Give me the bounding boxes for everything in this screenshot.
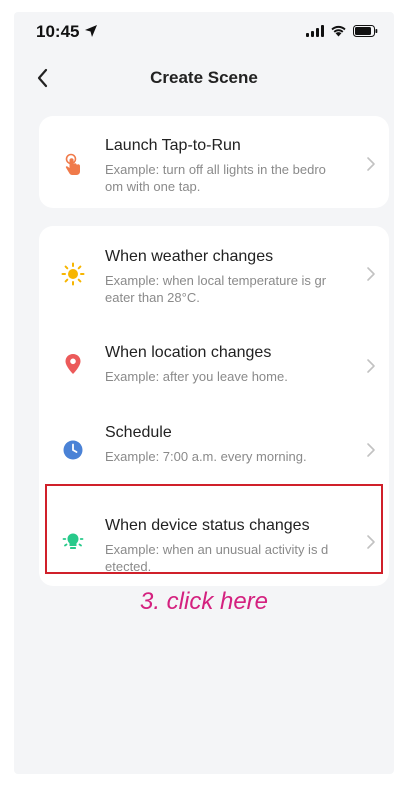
- chevron-right-icon: [367, 535, 375, 549]
- when-location-changes-item[interactable]: When location changes Example: after you…: [39, 320, 389, 408]
- annotation-text: 3. click here: [139, 588, 269, 615]
- device-status-desc: Example: when an unusual activity is d e…: [105, 542, 329, 574]
- tap-to-run-desc: Example: turn off all lights in the bedr…: [105, 162, 326, 194]
- location-arrow-icon: [85, 25, 97, 37]
- clock-icon: [63, 440, 83, 460]
- conditions-card: When weather changes Example: when local…: [39, 226, 389, 586]
- status-bar: 10:45: [14, 12, 394, 52]
- chevron-right-icon: [367, 443, 375, 457]
- tap-to-run-title: Launch Tap-to-Run: [105, 137, 241, 154]
- tap-to-run-card: Launch Tap-to-Run Example: turn off all …: [39, 116, 389, 208]
- schedule-item[interactable]: Schedule Example: 7:00 a.m. every mornin…: [39, 408, 389, 488]
- battery-icon: [353, 24, 378, 37]
- sun-icon: [61, 262, 85, 286]
- when-weather-changes-item[interactable]: When weather changes Example: when local…: [39, 226, 389, 320]
- wifi-icon: [331, 25, 346, 37]
- location-desc: Example: after you leave home.: [105, 369, 288, 384]
- when-device-status-changes-item[interactable]: When device status changes Example: when…: [39, 488, 389, 586]
- chevron-right-icon: [367, 267, 375, 281]
- phone-screen: 10:45 Create Scene Launch Tap-to-Run Exa…: [14, 12, 394, 774]
- device-bulb-icon: [62, 533, 84, 549]
- weather-title: When weather changes: [105, 248, 274, 265]
- status-time: 10:45: [36, 22, 80, 41]
- location-pin-icon: [65, 354, 81, 374]
- launch-tap-to-run-item[interactable]: Launch Tap-to-Run Example: turn off all …: [39, 116, 389, 208]
- chevron-right-icon: [367, 157, 375, 171]
- schedule-title: Schedule: [105, 424, 172, 441]
- location-title: When location changes: [105, 344, 272, 361]
- page-title: Create Scene: [150, 68, 258, 87]
- chevron-right-icon: [367, 359, 375, 373]
- weather-desc: Example: when local temperature is gr ea…: [105, 273, 327, 305]
- nav-bar: Create Scene: [14, 60, 394, 96]
- cellular-signal-icon: [306, 24, 324, 37]
- schedule-desc: Example: 7:00 a.m. every morning.: [105, 449, 307, 464]
- tap-hand-icon: [65, 153, 80, 175]
- device-status-title: When device status changes: [105, 517, 310, 534]
- status-icons: [306, 24, 378, 37]
